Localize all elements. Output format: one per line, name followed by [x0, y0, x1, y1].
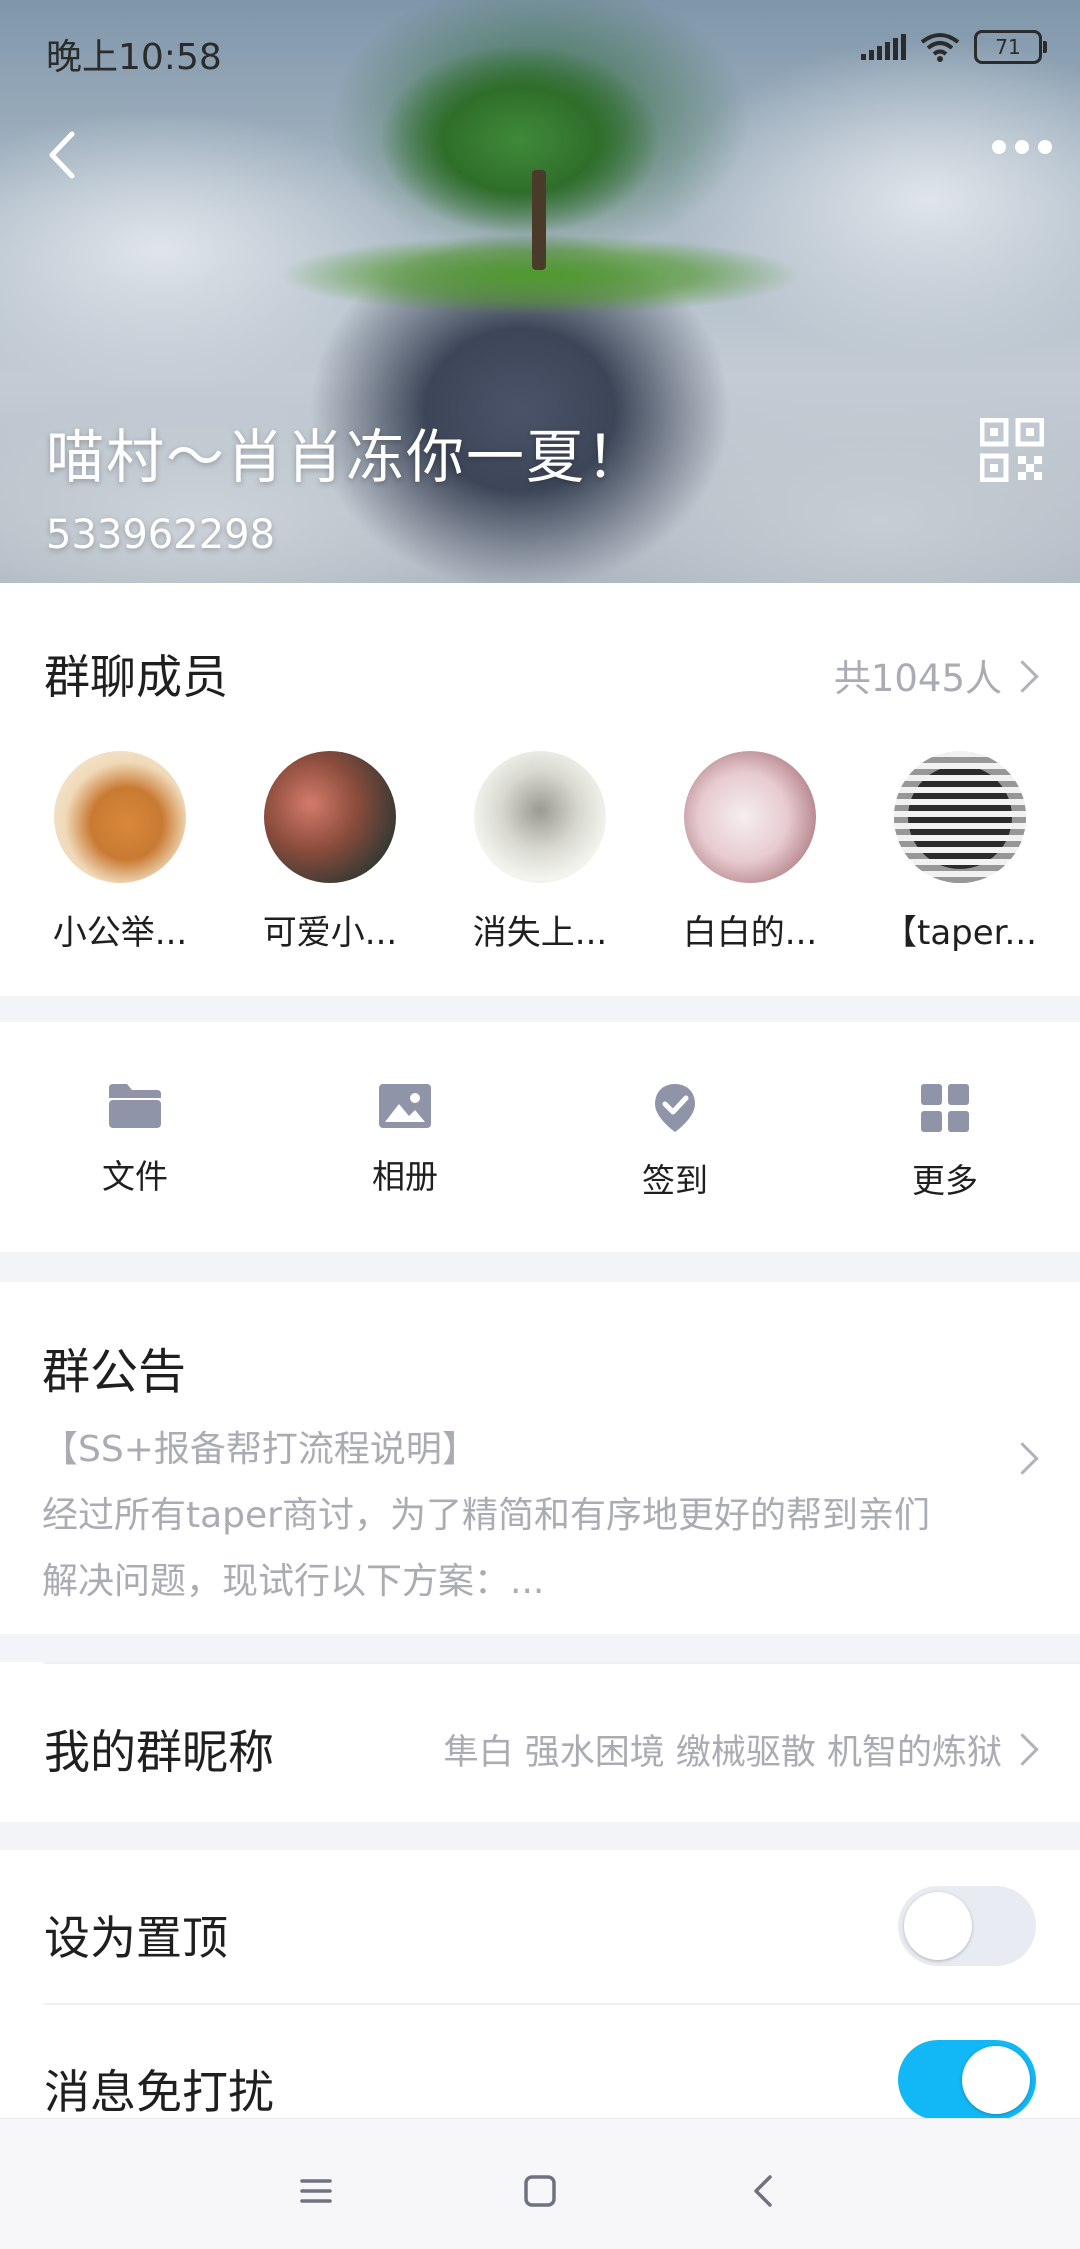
signal-icon	[861, 34, 906, 60]
setting-label: 消息免打扰	[44, 2065, 274, 2119]
header-background-tree	[532, 170, 546, 270]
tool-label: 更多	[912, 1161, 978, 1200]
member-name: 白白的...	[682, 913, 818, 953]
chevron-right-icon[interactable]	[1006, 1733, 1039, 1766]
toggle-knob	[904, 1892, 972, 1960]
tool-more[interactable]: 更多	[845, 1082, 1045, 1202]
members-section: 群聊成员 共1045人 小公举... 可爱小... 消失上... 白白的... …	[0, 583, 1080, 996]
image-icon	[379, 1084, 431, 1128]
chevron-right-icon[interactable]	[1006, 1442, 1039, 1475]
group-header: 晚上10:58 71 喵村～肖肖冻你一夏！ 533962298	[0, 0, 1080, 583]
my-group-nickname[interactable]: 我的群昵称 隼白 强水困境 缴械驱散 机智的炼狱	[0, 1662, 1080, 1822]
tools-section: 文件 相册 签到 更多	[0, 1022, 1080, 1252]
nickname-value: 隼白 强水困境 缴械驱散 机智的炼狱	[443, 1733, 1002, 1773]
tool-label: 文件	[102, 1157, 168, 1196]
member-name: 【taper...	[883, 913, 1037, 953]
member-name: 小公举...	[52, 913, 188, 953]
grid-icon	[921, 1084, 969, 1132]
members-count[interactable]: 共1045人	[834, 648, 1002, 702]
nickname-label: 我的群昵称	[44, 1725, 274, 1779]
setting-label: 设为置顶	[44, 1911, 228, 1965]
divider	[44, 1662, 1080, 1664]
group-name: 喵村～肖肖冻你一夏！	[46, 423, 647, 491]
member-item[interactable]: 可爱小...	[240, 751, 420, 954]
back-nav-icon[interactable]	[734, 2161, 794, 2221]
member-name: 可爱小...	[262, 913, 398, 953]
tool-label: 签到	[642, 1161, 708, 1200]
group-notice[interactable]: 群公告 【SS+报备帮打流程说明】 经过所有taper商讨，为了精简和有序地更好…	[0, 1282, 1080, 1634]
status-time: 晚上10:58	[46, 37, 222, 78]
chevron-right-icon[interactable]	[1006, 660, 1039, 693]
member-item[interactable]: 消失上...	[450, 751, 630, 954]
members-title: 群聊成员	[44, 650, 228, 704]
notice-title: 群公告	[42, 1344, 187, 1400]
tool-label: 相册	[372, 1157, 438, 1196]
tool-files[interactable]: 文件	[35, 1082, 235, 1198]
tool-check-in[interactable]: 签到	[575, 1082, 775, 1202]
system-nav-bar	[0, 2118, 1080, 2249]
tool-album[interactable]: 相册	[305, 1082, 505, 1198]
settings-section: 设为置顶 消息免打扰	[0, 1850, 1080, 2150]
group-id: 533962298	[46, 512, 276, 558]
avatar[interactable]	[894, 751, 1026, 883]
avatar[interactable]	[54, 751, 186, 883]
do-not-disturb-toggle[interactable]	[898, 2040, 1036, 2120]
avatar[interactable]	[264, 751, 396, 883]
check-in-icon	[655, 1084, 695, 1132]
home-icon[interactable]	[510, 2161, 570, 2221]
pin-top-toggle[interactable]	[898, 1886, 1036, 1966]
member-name: 消失上...	[472, 913, 608, 953]
notice-line: 解决问题，现试行以下方案：...	[42, 1561, 545, 1602]
battery-icon: 71	[974, 30, 1047, 64]
member-item[interactable]: 小公举...	[30, 751, 210, 954]
status-icons: 71	[861, 30, 1047, 64]
member-item[interactable]: 【taper...	[870, 751, 1050, 954]
qr-code-icon[interactable]	[980, 418, 1044, 482]
member-item[interactable]: 白白的...	[660, 751, 840, 954]
back-icon[interactable]	[38, 130, 88, 180]
more-icon[interactable]	[992, 140, 1052, 154]
avatar[interactable]	[684, 751, 816, 883]
setting-pin-top[interactable]: 设为置顶	[0, 1850, 1080, 2004]
notice-line: 经过所有taper商讨，为了精简和有序地更好的帮到亲们	[42, 1495, 930, 1536]
avatar[interactable]	[474, 751, 606, 883]
toggle-knob	[962, 2046, 1030, 2114]
notice-line: 【SS+报备帮打流程说明】	[42, 1429, 478, 1470]
folder-icon	[109, 1084, 161, 1128]
member-avatars: 小公举... 可爱小... 消失上... 白白的... 【taper...	[0, 751, 1080, 954]
wifi-icon	[920, 33, 960, 62]
menu-icon[interactable]	[286, 2161, 346, 2221]
